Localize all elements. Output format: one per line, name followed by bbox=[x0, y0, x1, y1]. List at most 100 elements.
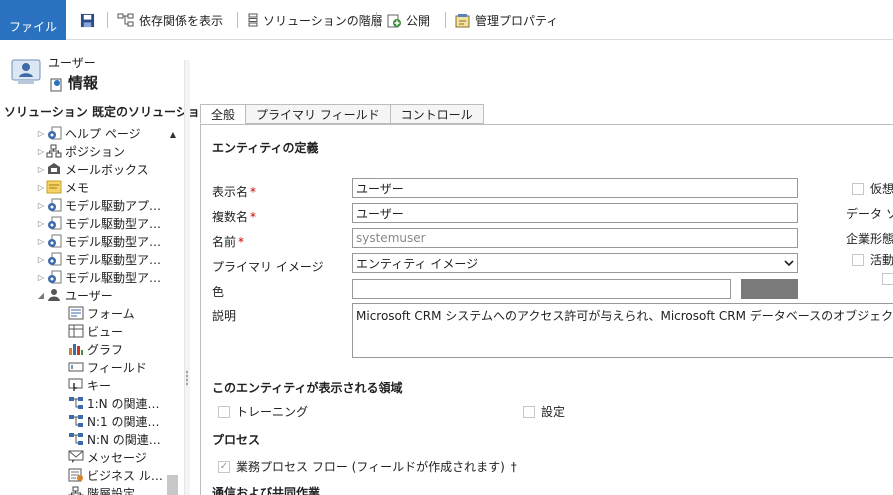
virtual-checkbox[interactable]: 仮想 bbox=[852, 180, 893, 197]
expand-arrow-icon[interactable]: ▷ bbox=[36, 237, 46, 246]
required-mark: * bbox=[250, 185, 257, 199]
color-picker-button[interactable] bbox=[741, 279, 798, 299]
display-name-label-text: 表示名 bbox=[212, 185, 249, 199]
expand-arrow-icon[interactable]: ◢ bbox=[36, 291, 46, 300]
expand-arrow-icon[interactable]: ▷ bbox=[36, 165, 46, 174]
checkbox-box bbox=[218, 405, 230, 418]
solution-layers-label: ソリューションの階層 bbox=[263, 13, 383, 28]
checkbox-box bbox=[852, 253, 864, 266]
activity-label: 活動 bbox=[870, 253, 893, 267]
expand-arrow-icon[interactable]: ▷ bbox=[36, 147, 46, 156]
expand-arrow-icon[interactable]: ▷ bbox=[36, 273, 46, 282]
tree-subitem-label: グラフ bbox=[87, 342, 124, 357]
tree-subitem[interactable]: N:1 の関連… bbox=[0, 412, 172, 430]
file-button[interactable]: ファイル bbox=[0, 0, 66, 40]
tree-item[interactable]: ▷ モデル駆動アプリ… bbox=[0, 196, 172, 214]
required-mark: * bbox=[250, 210, 257, 224]
message-icon bbox=[68, 450, 84, 464]
tab-primary-field[interactable]: プライマリ フィールド bbox=[245, 104, 390, 124]
gear-doc-icon bbox=[46, 234, 62, 248]
settings-checkbox[interactable]: 設定 bbox=[523, 403, 565, 420]
tree-subitem[interactable]: フォーム bbox=[0, 304, 172, 322]
tree-item[interactable]: ◢ ユーザー bbox=[0, 286, 172, 304]
display-name-label: 表示名 * bbox=[212, 183, 256, 200]
section-process: プロセス bbox=[212, 433, 261, 447]
tree-item-label: モデル駆動型アプ… bbox=[65, 270, 172, 285]
tree-item-label: モデル駆動型アプ… bbox=[65, 252, 172, 267]
tab-controls[interactable]: コントロール bbox=[389, 104, 484, 124]
data-source-label: データ ソー bbox=[846, 207, 893, 221]
tree-item[interactable]: ▷ モデル駆動型アプ… bbox=[0, 214, 172, 232]
hierarchy-icon bbox=[46, 144, 62, 158]
publish-button[interactable]: 公開 bbox=[386, 10, 430, 30]
relation-icon bbox=[68, 432, 84, 446]
expand-arrow-icon[interactable]: ▷ bbox=[36, 219, 46, 228]
tree-subitem[interactable]: 階層設定 bbox=[0, 484, 172, 495]
tab-general[interactable]: 全般 bbox=[200, 104, 246, 124]
tree-item[interactable]: ▷ モデル駆動型アプ… bbox=[0, 250, 172, 268]
name-label-text: 名前 bbox=[212, 235, 237, 249]
tree-subitem[interactable]: キー bbox=[0, 376, 172, 394]
relation-icon bbox=[68, 414, 84, 428]
virtual-label: 仮想 bbox=[870, 182, 893, 196]
training-checkbox[interactable]: トレーニング bbox=[218, 403, 308, 420]
color-input[interactable] bbox=[352, 279, 731, 299]
tree-item[interactable]: ▷ メールボックス bbox=[0, 160, 172, 178]
info-icon bbox=[50, 78, 62, 92]
publish-icon bbox=[387, 14, 401, 28]
show-dependencies-button[interactable]: 依存関係を表示 bbox=[117, 10, 223, 30]
gear-doc-icon bbox=[46, 126, 62, 140]
primary-image-select[interactable]: エンティティ イメージ bbox=[352, 253, 798, 273]
relation-icon bbox=[68, 396, 84, 410]
plural-name-label-text: 複数名 bbox=[212, 210, 249, 224]
expand-arrow-icon[interactable]: ▷ bbox=[36, 129, 46, 138]
tree-item[interactable]: ▷ ヘルプ ページ bbox=[0, 124, 172, 142]
extra-checkbox[interactable] bbox=[882, 273, 893, 285]
tree-subitem[interactable]: フィールド bbox=[0, 358, 172, 376]
tree-subitem-label: キー bbox=[87, 378, 112, 393]
tree-item[interactable]: ▷ メモ bbox=[0, 178, 172, 196]
managed-properties-label: 管理プロパティ bbox=[475, 13, 559, 28]
tree-subitem[interactable]: グラフ bbox=[0, 340, 172, 358]
section-display-areas: このエンティティが表示される領域 bbox=[212, 381, 403, 395]
scrollbar-thumb[interactable] bbox=[167, 475, 178, 495]
training-label: トレーニング bbox=[236, 405, 309, 419]
expand-arrow-icon[interactable]: ▷ bbox=[36, 183, 46, 192]
plural-name-label: 複数名 * bbox=[212, 208, 256, 225]
key-icon bbox=[68, 378, 84, 392]
description-textarea[interactable]: Microsoft CRM システムへのアクセス許可が与えられ、Microsof… bbox=[352, 303, 893, 358]
tree-subitem[interactable]: N:N の関連… bbox=[0, 430, 172, 448]
bpf-checkbox: ✓ 業務プロセス フロー (フィールドが作成されます) † bbox=[218, 458, 517, 475]
solution-label: ソリューション 既定のソリューション bbox=[4, 105, 212, 119]
expand-arrow-icon[interactable]: ▷ bbox=[36, 255, 46, 264]
gear-doc-icon bbox=[46, 270, 62, 284]
section-communication: 通信および共同作業 bbox=[212, 486, 321, 495]
panel-splitter[interactable] bbox=[184, 60, 190, 495]
primary-image-label: プライマリ イメージ bbox=[212, 260, 324, 274]
activity-checkbox[interactable]: 活動 bbox=[852, 251, 893, 268]
solution-layers-button[interactable]: ソリューションの階層 bbox=[247, 10, 383, 30]
solution-explorer-panel: ユーザー 情報 ソリューション 既定のソリューション ▷ ヘルプ ページ ▷ ポジショ… bbox=[0, 40, 212, 495]
tree-subitem[interactable]: ビジネス ルール bbox=[0, 466, 172, 484]
tree-subitem[interactable]: 1:N の関連… bbox=[0, 394, 172, 412]
expand-arrow-icon[interactable]: ▷ bbox=[36, 201, 46, 210]
display-name-input[interactable]: ユーザー bbox=[352, 178, 798, 198]
tree-item[interactable]: ▷ モデル駆動型アプ… bbox=[0, 268, 172, 286]
tree-item-label: モデル駆動型アプ… bbox=[65, 234, 172, 249]
tree-item[interactable]: ▷ ポジション bbox=[0, 142, 172, 160]
tree-item[interactable]: ▷ モデル駆動型アプ… bbox=[0, 232, 172, 250]
ribbon-separator bbox=[237, 12, 238, 28]
tree-subitem-label: ビジネス ルール bbox=[87, 468, 172, 483]
tree-subitem[interactable]: メッセージ bbox=[0, 448, 172, 466]
chart-icon bbox=[68, 342, 84, 356]
managed-properties-button[interactable]: 管理プロパティ bbox=[455, 10, 558, 30]
scroll-up-arrow[interactable]: ▲ bbox=[168, 130, 178, 140]
checkbox-box bbox=[523, 405, 535, 418]
splitter-grip[interactable] bbox=[186, 370, 188, 386]
note-icon bbox=[46, 180, 62, 194]
tree-subitem[interactable]: ビュー bbox=[0, 322, 172, 340]
rule-icon bbox=[68, 468, 84, 482]
tree-item-label: モデル駆動型アプ… bbox=[65, 216, 172, 231]
plural-name-input[interactable]: ユーザー bbox=[352, 203, 798, 223]
save-button[interactable] bbox=[80, 10, 95, 30]
